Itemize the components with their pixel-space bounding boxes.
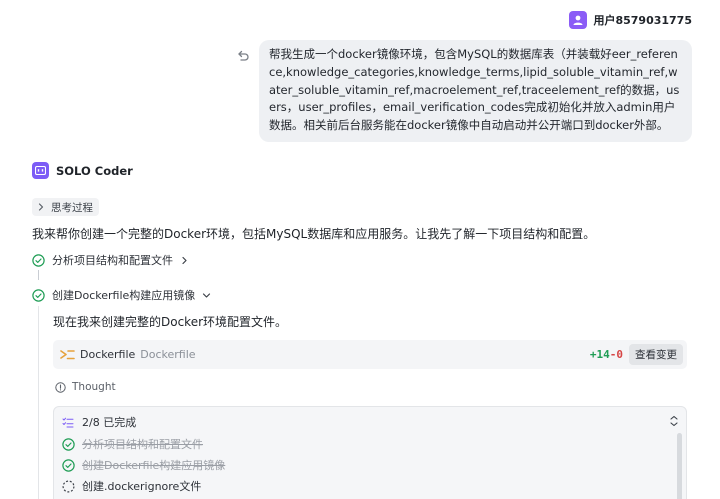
user-name: 用户8579031775 xyxy=(593,14,692,27)
todo-item: 创建.dockerignore文件 xyxy=(62,478,201,494)
file-name: Dockerfile xyxy=(80,348,136,361)
thought-toggle[interactable]: Thought xyxy=(55,381,116,393)
todo-progress: 2/8 已完成 xyxy=(82,416,137,429)
check-circle-icon xyxy=(32,288,45,302)
thinking-toggle[interactable]: 思考过程 xyxy=(32,198,99,216)
todo-item-label: 创建Dockerfile构建应用镜像 xyxy=(82,459,226,472)
file-path: Dockerfile xyxy=(140,348,196,361)
todo-header[interactable]: 2/8 已完成 xyxy=(62,414,136,430)
diff-deletions: -0 xyxy=(609,348,623,361)
collapse-icon[interactable] xyxy=(669,415,679,427)
chevron-right-icon xyxy=(182,256,187,264)
agent-message: 现在我来创建完整的Docker环境配置文件。 xyxy=(53,315,288,329)
thought-label: Thought xyxy=(72,381,116,393)
todo-item-label: 创建.dockerignore文件 xyxy=(82,480,202,493)
undo-icon[interactable] xyxy=(236,49,250,63)
step-dockerfile[interactable]: 创建Dockerfile构建应用镜像 xyxy=(32,287,211,303)
todo-item: 创建Dockerfile构建应用镜像 xyxy=(62,457,225,473)
todo-item-label: 分析项目结构和配置文件 xyxy=(82,438,203,451)
step-label: 分析项目结构和配置文件 xyxy=(52,254,173,267)
todo-panel: 2/8 已完成 分析项目结构和配置文件 创建Dockerfile构建应用镜像 创… xyxy=(53,406,687,499)
user-message-bubble: 帮我生成一个docker镜像环境，包含MySQL的数据库表（并装载好eer_re… xyxy=(259,40,692,142)
check-circle-icon xyxy=(32,253,45,267)
check-circle-icon xyxy=(62,437,75,451)
loading-spinner-icon xyxy=(62,479,75,493)
agent-header: SOLO Coder xyxy=(32,162,133,179)
user-icon xyxy=(573,15,583,25)
file-change-card[interactable]: Dockerfile Dockerfile +14-0 查看变更 xyxy=(53,340,687,369)
step-connector xyxy=(38,306,39,499)
step-analyze[interactable]: 分析项目结构和配置文件 xyxy=(32,252,189,268)
diff-stats: +14-0 xyxy=(590,348,623,361)
agent-name: SOLO Coder xyxy=(56,163,133,178)
chevron-down-icon xyxy=(203,292,211,298)
check-circle-icon xyxy=(62,458,75,472)
chevron-right-icon xyxy=(38,203,44,211)
step-label: 创建Dockerfile构建应用镜像 xyxy=(52,289,196,302)
robot-icon xyxy=(32,162,49,179)
view-changes-button[interactable]: 查看变更 xyxy=(629,344,683,365)
diff-additions: +14 xyxy=(589,348,610,361)
user-info: 用户8579031775 xyxy=(569,11,692,29)
todo-scrollbar[interactable] xyxy=(677,433,682,499)
thinking-label: 思考过程 xyxy=(51,201,93,214)
agent-intro-text: 我来帮你创建一个完整的Docker环境，包括MySQL数据库和应用服务。让我先了… xyxy=(32,227,596,241)
user-avatar[interactable] xyxy=(569,11,588,29)
info-icon xyxy=(55,381,66,393)
step-connector xyxy=(38,270,39,280)
checklist-icon xyxy=(62,417,74,427)
docker-file-icon xyxy=(60,350,75,360)
todo-item: 分析项目结构和配置文件 xyxy=(62,436,203,452)
